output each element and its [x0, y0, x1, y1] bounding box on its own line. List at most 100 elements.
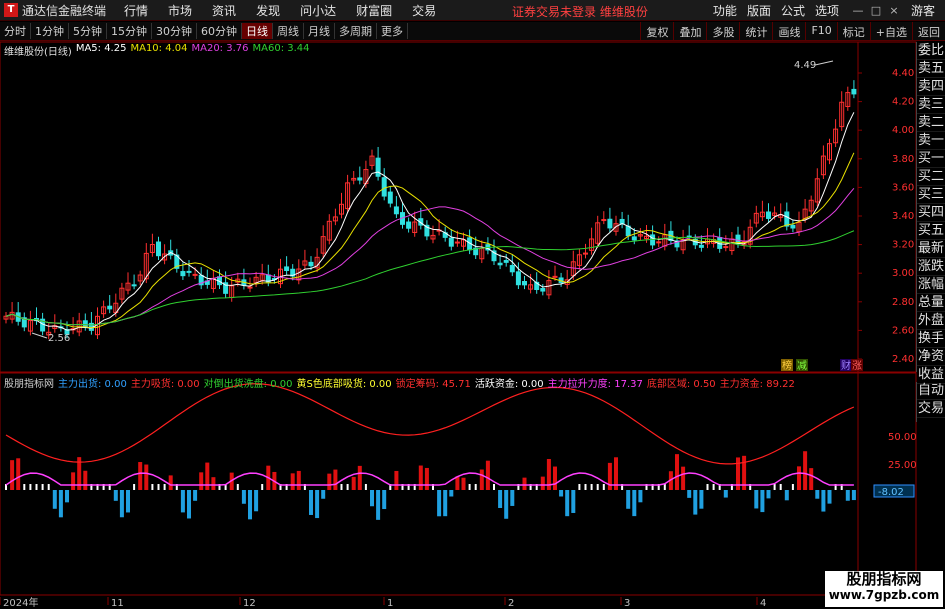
- price-label: 2.80: [892, 297, 914, 308]
- quote-field-label[interactable]: 外盘: [917, 312, 945, 330]
- ind-blue-bar: [851, 490, 856, 501]
- chart-canvas[interactable]: 4.40 4.20 4.00 3.80 3.60 3.40 3.20 3.00 2.80 2.60…: [0, 0, 945, 609]
- ind-red-bar: [211, 477, 216, 490]
- menu-guest[interactable]: 游客: [911, 2, 935, 19]
- period-60min[interactable]: 60分钟: [197, 23, 242, 39]
- menu-discover[interactable]: 发现: [256, 2, 280, 19]
- period-monthly[interactable]: 月线: [304, 23, 335, 39]
- candle-body: [845, 92, 851, 108]
- ind-blue-bar: [437, 490, 442, 517]
- candle-body: [589, 238, 595, 251]
- ind-blue-bar: [784, 490, 789, 501]
- candle-body: [143, 252, 149, 280]
- tool-draw[interactable]: 画线: [772, 22, 805, 41]
- tool-mark[interactable]: 标记: [836, 22, 870, 41]
- indicator-legend-item: 主力资金: 89.22: [719, 379, 795, 390]
- candle-body: [534, 281, 540, 291]
- ind-white-tick: [47, 484, 50, 490]
- maximize-icon[interactable]: □: [867, 4, 885, 17]
- trade-button[interactable]: 交易: [917, 400, 945, 418]
- ind-axis-25: 25.00: [888, 460, 917, 471]
- ind-white-tick: [5, 484, 7, 490]
- ind-blue-bar: [693, 490, 698, 515]
- tool-back[interactable]: 返回: [912, 22, 945, 41]
- ind-white-tick: [657, 484, 660, 490]
- menu-options[interactable]: 选项: [815, 2, 839, 19]
- tool-overlay[interactable]: 叠加: [673, 22, 706, 41]
- quote-field-label[interactable]: 买二: [917, 168, 945, 186]
- candle-body: [607, 218, 613, 229]
- candle-body: [576, 254, 582, 266]
- menu-market[interactable]: 市场: [168, 2, 192, 19]
- menu-news[interactable]: 资讯: [212, 2, 236, 19]
- menu-quotes[interactable]: 行情: [124, 2, 148, 19]
- quote-field-label[interactable]: 委比: [917, 42, 945, 60]
- quote-field-label[interactable]: 净资: [917, 348, 945, 366]
- candle-body: [808, 199, 814, 212]
- minimize-icon[interactable]: —: [849, 4, 867, 17]
- ind-blue-bar: [376, 490, 381, 520]
- menu-trade[interactable]: 交易: [412, 2, 436, 19]
- period-tick[interactable]: 分时: [0, 23, 31, 39]
- auto-button[interactable]: 自动: [917, 382, 945, 400]
- tool-adjust[interactable]: 复权: [640, 22, 673, 41]
- ind-red-bar: [522, 477, 527, 490]
- ind-white-tick: [517, 484, 520, 490]
- quote-field-label[interactable]: 总量: [917, 294, 945, 312]
- candle-body: [381, 177, 387, 197]
- quote-field-label[interactable]: 卖五: [917, 60, 945, 78]
- candle-body: [564, 279, 570, 285]
- candle-body: [64, 329, 70, 335]
- ind-white-tick: [236, 484, 239, 490]
- menu-wealth[interactable]: 财富圈: [356, 2, 392, 19]
- quote-field-label[interactable]: 买五: [917, 222, 945, 240]
- close-icon[interactable]: ×: [885, 4, 903, 17]
- ind-white-tick: [749, 484, 752, 490]
- quote-field-label[interactable]: 买三: [917, 186, 945, 204]
- quote-field-label[interactable]: 换手: [917, 330, 945, 348]
- ind-white-tick: [175, 484, 178, 490]
- quote-field-label[interactable]: 买四: [917, 204, 945, 222]
- candle-body: [796, 222, 802, 233]
- period-more[interactable]: 更多: [377, 23, 408, 39]
- period-5min[interactable]: 5分钟: [69, 23, 107, 39]
- quote-field-label[interactable]: 最新: [917, 240, 945, 258]
- candle-body: [558, 277, 564, 284]
- period-daily[interactable]: 日线: [242, 23, 273, 39]
- period-weekly[interactable]: 周线: [273, 23, 304, 39]
- ind-blue-bar: [370, 490, 374, 507]
- ind-blue-bar: [180, 490, 185, 513]
- candle-body: [723, 246, 729, 249]
- tool-f10[interactable]: F10: [805, 22, 836, 41]
- menu-function[interactable]: 功能: [713, 2, 737, 19]
- menu-ask[interactable]: 问小达: [300, 2, 336, 19]
- quote-field-label[interactable]: 卖二: [917, 114, 945, 132]
- candle-body: [705, 238, 710, 245]
- tool-multi-stock[interactable]: 多股: [706, 22, 739, 41]
- candle-body: [674, 240, 680, 248]
- candle-body: [137, 274, 143, 282]
- period-1min[interactable]: 1分钟: [31, 23, 69, 39]
- tool-stats[interactable]: 统计: [739, 22, 772, 41]
- price-label: 4.40: [892, 68, 914, 79]
- ind-blue-bar: [565, 490, 570, 517]
- candle-body: [302, 260, 308, 266]
- menu-layout[interactable]: 版面: [747, 2, 771, 19]
- quote-field-label[interactable]: 涨跌: [917, 258, 945, 276]
- ind-white-tick: [773, 484, 776, 490]
- quote-field-label[interactable]: 买一: [917, 150, 945, 168]
- period-30min[interactable]: 30分钟: [152, 23, 197, 39]
- quote-field-label[interactable]: 卖三: [917, 96, 945, 114]
- menu-formula[interactable]: 公式: [781, 2, 805, 19]
- period-multi[interactable]: 多周期: [335, 23, 377, 39]
- quote-field-label[interactable]: 涨幅: [917, 276, 945, 294]
- quote-field-label[interactable]: 卖一: [917, 132, 945, 150]
- candle-body: [814, 178, 820, 203]
- candle-body: [650, 234, 656, 246]
- candle-body: [3, 315, 9, 320]
- quote-side-panel: 委比 卖五 卖四 卖三 卖二 卖一 买一 买二 买三 买四 买五 最新 涨跌 涨幅 总量 外盘 换手 净资 收益: [916, 42, 945, 384]
- period-15min[interactable]: 15分钟: [107, 23, 152, 39]
- quote-field-label[interactable]: 卖四: [917, 78, 945, 96]
- login-status[interactable]: 证券交易未登录 维维股份: [512, 3, 648, 20]
- tool-add-watchlist[interactable]: +自选: [869, 22, 912, 41]
